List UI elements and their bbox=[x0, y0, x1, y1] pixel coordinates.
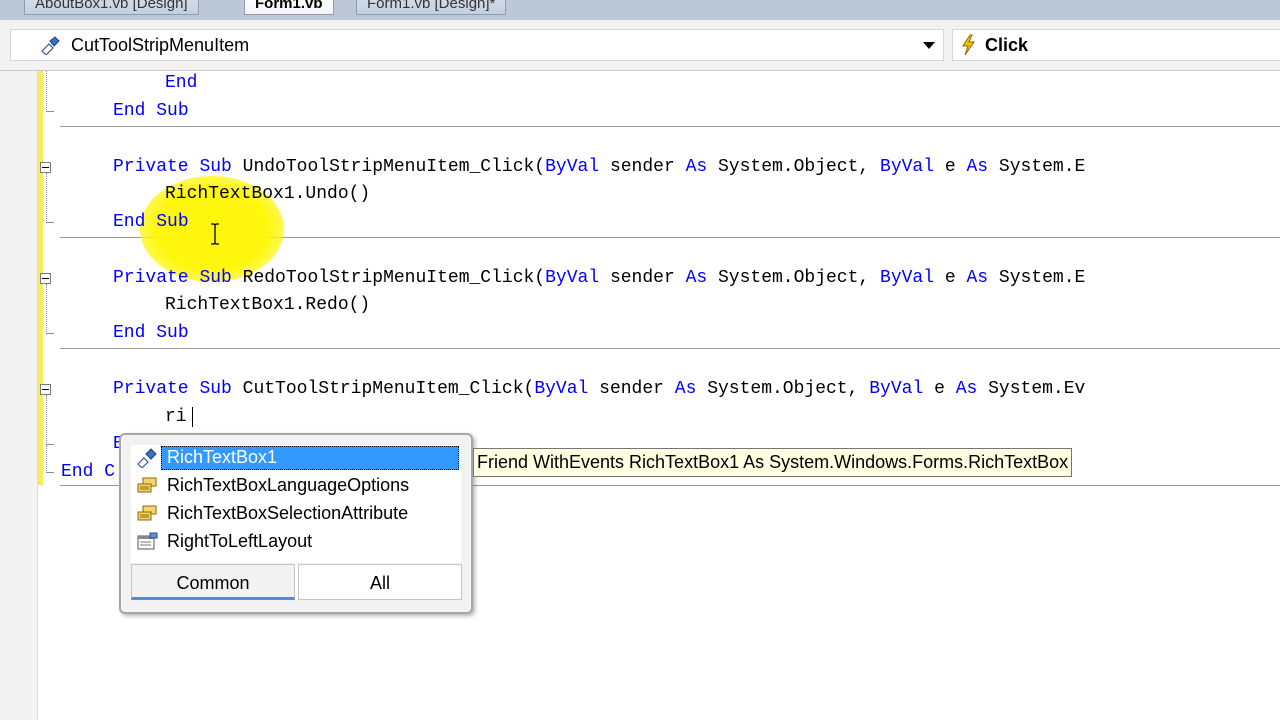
code-editor[interactable]: End End Sub Private Sub UndoToolStripMen… bbox=[0, 71, 1280, 720]
outline-line bbox=[46, 173, 48, 223]
member-field-icon bbox=[41, 36, 60, 55]
code-line: RichTextBox1.Undo() bbox=[165, 184, 371, 204]
method-name-text: Click bbox=[985, 35, 1029, 55]
code-line: End Sub bbox=[113, 212, 189, 232]
outline-line bbox=[46, 445, 48, 473]
outline-line bbox=[46, 395, 48, 445]
tab-all[interactable]: All bbox=[298, 564, 462, 600]
ibeam-cursor-icon bbox=[211, 223, 219, 245]
editor-left-margin bbox=[0, 71, 38, 720]
collapse-toggle-icon[interactable] bbox=[40, 273, 51, 284]
event-lightning-icon bbox=[962, 34, 975, 56]
intellisense-popup: RichTextBox1 RichTextBoxLanguageOptions … bbox=[119, 433, 473, 614]
tab-common[interactable]: Common bbox=[131, 564, 295, 600]
quick-info-tooltip: Friend WithEvents RichTextBox1 As System… bbox=[473, 448, 1073, 477]
outline-end-tick bbox=[46, 333, 54, 334]
code-line: End Sub bbox=[113, 323, 189, 343]
field-icon bbox=[137, 448, 157, 468]
completion-item-richtextboxselectionattribute[interactable]: RichTextBoxSelectionAttribute bbox=[131, 501, 461, 527]
code-line: Private Sub UndoToolStripMenuItem_Click(… bbox=[113, 157, 1086, 177]
property-icon bbox=[137, 532, 158, 550]
outline-end-tick bbox=[46, 222, 54, 223]
code-line: Private Sub RedoToolStripMenuItem_Click(… bbox=[113, 268, 1086, 288]
completion-filter-tabs: Common All bbox=[131, 564, 462, 600]
outline-line bbox=[46, 71, 48, 112]
procedure-separator bbox=[60, 348, 1280, 349]
tab-aboutbox-design[interactable]: AboutBox1.vb [Design] bbox=[24, 0, 199, 15]
code-line: End Sub bbox=[113, 101, 189, 121]
completion-item-richtextbox1[interactable]: RichTextBox1 bbox=[131, 445, 461, 471]
completion-item-richtextboxlanguageoptions[interactable]: RichTextBoxLanguageOptions bbox=[131, 473, 461, 499]
chevron-down-icon[interactable] bbox=[923, 42, 935, 49]
class-name-dropdown[interactable]: CutToolStripMenuItem bbox=[10, 29, 944, 61]
code-line: End C bbox=[61, 462, 116, 482]
code-line-typing: ri bbox=[165, 407, 187, 427]
method-name-dropdown[interactable]: Click bbox=[952, 29, 1280, 61]
completion-list[interactable]: RichTextBox1 RichTextBoxLanguageOptions … bbox=[131, 445, 461, 563]
document-tab-bar: AboutBox1.vb [Design] Form1.vb Form1.vb … bbox=[0, 0, 1280, 20]
class-name-text: CutToolStripMenuItem bbox=[71, 35, 250, 55]
enum-icon bbox=[137, 505, 157, 521]
code-line: Private Sub CutToolStripMenuItem_Click(B… bbox=[113, 379, 1086, 399]
completion-item-righttoleftlayout[interactable]: RightToLeftLayout bbox=[131, 529, 461, 555]
outline-end-tick bbox=[46, 111, 54, 112]
outline-end-tick bbox=[46, 472, 54, 473]
tab-form1-design[interactable]: Form1.vb [Design]* bbox=[356, 0, 507, 15]
text-caret bbox=[192, 407, 193, 427]
tab-form1-vb[interactable]: Form1.vb bbox=[244, 0, 334, 15]
navigation-bar: CutToolStripMenuItem Click bbox=[0, 20, 1280, 71]
procedure-separator bbox=[60, 126, 1280, 127]
code-line: End bbox=[165, 73, 198, 93]
collapse-toggle-icon[interactable] bbox=[40, 384, 51, 395]
enum-icon bbox=[137, 477, 157, 493]
collapse-toggle-icon[interactable] bbox=[40, 162, 51, 173]
outline-line bbox=[46, 284, 48, 334]
code-line: RichTextBox1.Redo() bbox=[165, 295, 371, 315]
